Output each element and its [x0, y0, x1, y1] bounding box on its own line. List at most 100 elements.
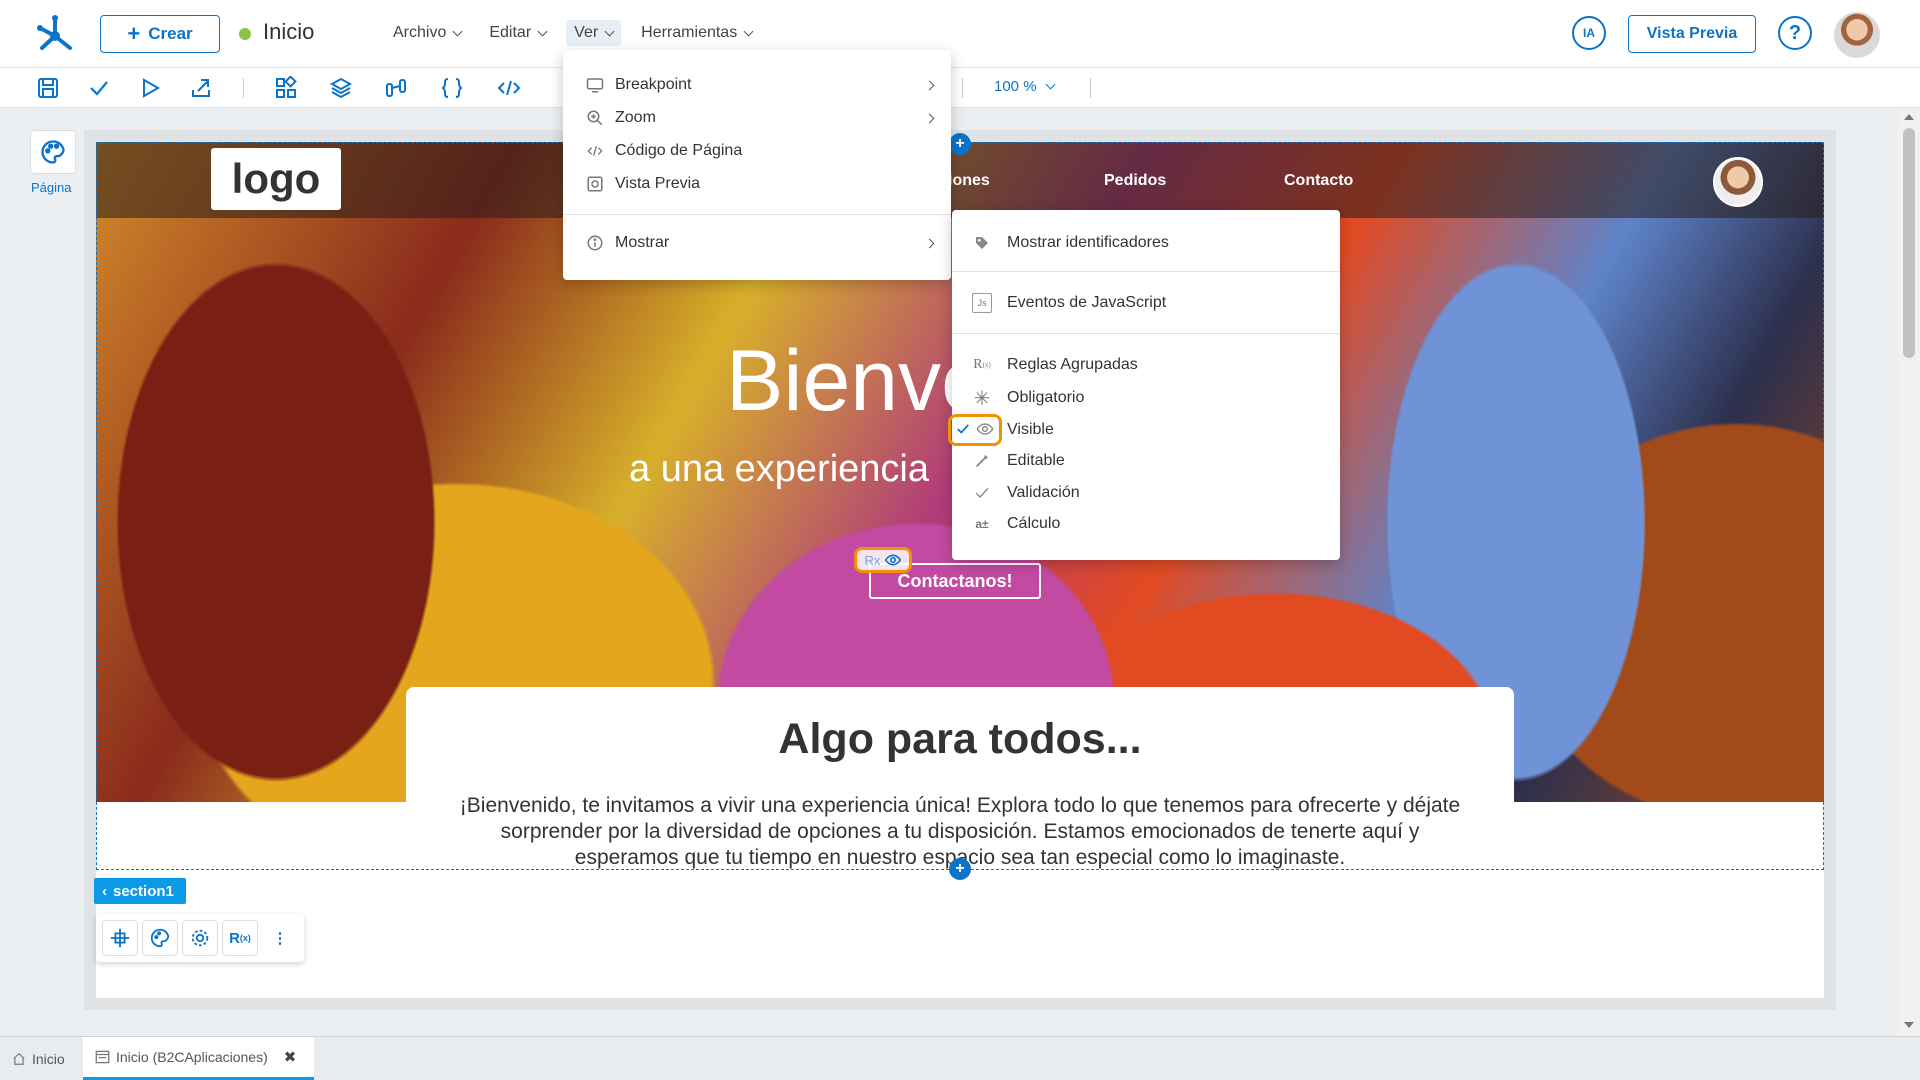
tag-icon	[972, 233, 992, 253]
menu-item-identificadores[interactable]: Mostrar identificadores	[952, 228, 1340, 258]
add-below-handle[interactable]: +	[949, 858, 971, 880]
menu-ver-label: Ver	[574, 24, 599, 41]
menu-item-codigo[interactable]: Código de Página	[563, 136, 951, 166]
menu-item-label: Mostrar	[615, 234, 670, 251]
menu-item-label: Eventos de JavaScript	[1007, 294, 1167, 311]
user-avatar[interactable]	[1834, 12, 1880, 58]
close-icon[interactable]: ✖	[284, 1048, 297, 1066]
menu-item-visible[interactable]: Visible	[948, 414, 1340, 446]
settings-icon[interactable]	[182, 920, 218, 956]
page-title: Inicio	[263, 19, 315, 44]
rules-indicator[interactable]: Rx	[854, 547, 912, 573]
palette-icon[interactable]	[142, 920, 178, 956]
menu-item-vista-previa[interactable]: Vista Previa	[563, 169, 951, 199]
eye-icon	[885, 554, 902, 566]
toolbar-divider	[243, 78, 244, 98]
preview-icon	[585, 174, 605, 194]
menu-item-reglas[interactable]: R (x) Reglas Agrupadas	[952, 350, 1340, 380]
tab-inicio[interactable]: Inicio	[12, 1037, 72, 1080]
tab-inicio-b2c[interactable]: Inicio (B2CAplicaciones) ✖	[83, 1037, 314, 1080]
info-icon	[585, 233, 605, 253]
site-logo[interactable]: logo	[211, 148, 341, 210]
menu-item-label: Vista Previa	[615, 175, 701, 192]
tab-label: Inicio (B2CAplicaciones)	[116, 1049, 268, 1065]
site-avatar[interactable]	[1713, 157, 1763, 207]
more-icon[interactable]: ⋮	[262, 920, 298, 956]
data-flow-icon[interactable]	[384, 76, 408, 100]
menu-item-zoom[interactable]: Zoom	[563, 103, 951, 133]
rules-icon[interactable]: R (x)	[222, 920, 258, 956]
menu-item-label: Mostrar identificadores	[1007, 234, 1169, 251]
left-panel: Página	[0, 108, 84, 1036]
menu-ver[interactable]: Ver	[566, 20, 622, 46]
help-icon[interactable]: ?	[1778, 16, 1812, 50]
site-nav-item-pedidos[interactable]: Pedidos	[1104, 172, 1166, 190]
home-icon	[13, 1052, 25, 1065]
card-title[interactable]: Algo para todos...	[406, 715, 1514, 764]
toolbar-divider	[1090, 78, 1091, 98]
page-icon	[95, 1050, 110, 1064]
menu-item-eventos-js[interactable]: Js Eventos de JavaScript	[952, 288, 1340, 318]
code-icon[interactable]	[497, 76, 521, 100]
crear-button[interactable]: + Crear	[100, 15, 220, 53]
zoom-select[interactable]: 100 %	[994, 78, 1055, 95]
menu-archivo[interactable]: Archivo	[385, 20, 469, 46]
menu-editar[interactable]: Editar	[481, 20, 554, 46]
menu-herramientas[interactable]: Herramientas	[633, 20, 760, 46]
checkmark-icon	[957, 424, 969, 434]
export-icon[interactable]	[189, 76, 213, 100]
play-icon[interactable]	[138, 76, 162, 100]
app-logo-icon[interactable]	[34, 12, 76, 54]
menu-divider	[952, 333, 1340, 334]
pagina-label: Página	[31, 180, 72, 195]
menu-item-label: Breakpoint	[615, 76, 692, 93]
monitor-icon	[585, 75, 605, 95]
menu-item-mostrar[interactable]: Mostrar	[563, 228, 951, 258]
ia-icon[interactable]: IA	[1572, 16, 1606, 50]
status-dot	[239, 28, 251, 40]
js-icon: Js	[972, 293, 992, 313]
vista-previa-button[interactable]: Vista Previa	[1628, 15, 1756, 53]
menu-item-label: Reglas Agrupadas	[1007, 356, 1138, 373]
asterisk-icon: ✳	[973, 387, 991, 410]
menu-item-calculo[interactable]: a± Cálculo	[952, 509, 1340, 539]
scroll-up-icon[interactable]	[1904, 114, 1914, 120]
save-icon[interactable]	[36, 76, 60, 100]
menu-herramientas-label: Herramientas	[641, 24, 738, 41]
site-nav-item-contacto[interactable]: Contacto	[1284, 172, 1353, 190]
menu-item-editable[interactable]: Editable	[952, 446, 1340, 476]
menu-item-label: Visible	[1007, 421, 1054, 438]
scroll-thumb[interactable]	[1903, 128, 1915, 358]
section-tag[interactable]: ‹ section1	[94, 878, 186, 904]
scroll-down-icon[interactable]	[1904, 1022, 1914, 1028]
check-icon[interactable]	[87, 76, 111, 100]
hero-subtitle[interactable]: a una experiencia	[629, 448, 929, 491]
mostrar-submenu: Mostrar identificadores Js Eventos de Ja…	[948, 210, 1340, 560]
zoom-value: 100 %	[994, 78, 1037, 95]
braces-icon[interactable]	[440, 76, 464, 100]
layers-icon[interactable]	[329, 76, 353, 100]
add-above-handle[interactable]: +	[949, 133, 971, 155]
chevron-down-icon	[537, 26, 548, 36]
section-toolbar: R (x) ⋮	[96, 914, 304, 962]
content-card[interactable]: Algo para todos... ¡Bienvenido, te invit…	[406, 687, 1514, 869]
toolbar-divider	[962, 78, 963, 98]
pencil-icon	[972, 451, 992, 471]
chevron-down-icon	[452, 26, 463, 36]
chevron-right-icon	[924, 113, 935, 123]
vertical-scrollbar[interactable]	[1898, 108, 1920, 1036]
components-icon[interactable]	[274, 76, 298, 100]
move-icon[interactable]	[102, 920, 138, 956]
menu-item-obligatorio[interactable]: ✳ Obligatorio	[952, 383, 1340, 413]
menu-item-breakpoint[interactable]: Breakpoint	[563, 70, 951, 100]
pagina-button[interactable]	[30, 130, 76, 174]
rules-icon: R (x)	[973, 357, 991, 372]
menu-item-validacion[interactable]: Validación	[952, 478, 1340, 508]
site-nav-item[interactable]: iones	[948, 172, 990, 190]
zoom-icon	[585, 108, 605, 128]
chevron-down-icon	[743, 26, 754, 36]
menu-bar: Archivo Editar Ver Herramientas	[385, 20, 772, 46]
crear-label: Crear	[148, 24, 193, 43]
section-tag-label: section1	[113, 882, 174, 900]
visible-highlight	[948, 414, 1002, 446]
